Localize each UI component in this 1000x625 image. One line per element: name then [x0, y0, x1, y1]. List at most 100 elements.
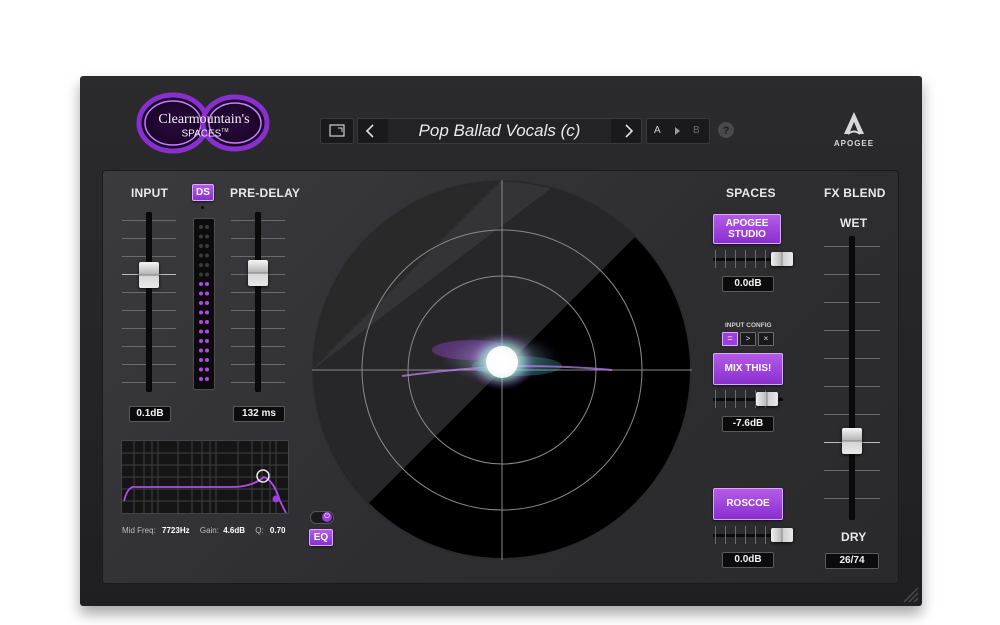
space-2-level-slider[interactable]: [713, 390, 783, 408]
eq-mid-node[interactable]: [256, 469, 270, 483]
apogee-logo: APOGEE: [832, 108, 876, 152]
meter-led: [205, 377, 209, 381]
fx-blend-fader[interactable]: [824, 236, 880, 520]
eq-graph[interactable]: [121, 440, 289, 514]
ab-copy-arrow-icon[interactable]: [673, 125, 683, 137]
eq-hi-node[interactable]: [272, 495, 280, 503]
input-value[interactable]: 0.1dB: [129, 406, 171, 422]
preset-name[interactable]: Pop Ballad Vocals (c): [388, 119, 611, 143]
space-3-slider-cap[interactable]: [771, 528, 793, 542]
preset-prev-button[interactable]: [358, 119, 384, 143]
preset-next-button[interactable]: [615, 119, 641, 143]
fx-blend-value[interactable]: 26/74: [825, 553, 879, 569]
resize-grip[interactable]: [898, 582, 920, 604]
preset-bar: Pop Ballad Vocals (c): [357, 118, 642, 144]
space-1-level-slider[interactable]: [713, 250, 793, 268]
space-roscoe-button[interactable]: ROSCOE: [713, 488, 783, 520]
mid-freq-value[interactable]: 7723Hz: [162, 526, 190, 535]
meter-led: [205, 282, 209, 286]
meter-led: [205, 263, 209, 267]
meter-led: [199, 301, 203, 305]
help-button[interactable]: ?: [718, 122, 734, 138]
space-1-value[interactable]: 0.0dB: [722, 276, 774, 292]
input-config-stereo-button[interactable]: =: [722, 332, 738, 346]
clearmountain-logo: Clearmountain's SPACESTM: [135, 92, 270, 154]
input-fader[interactable]: [122, 212, 176, 396]
space-3-level-slider[interactable]: [713, 526, 793, 544]
space-1-slider-cap[interactable]: [771, 252, 793, 266]
chevron-left-icon: [365, 124, 374, 138]
input-config-buttons: = > ×: [722, 332, 782, 346]
ab-a-button[interactable]: A: [654, 125, 661, 136]
ab-compare: A B: [646, 118, 710, 144]
space-radar-display: [312, 180, 692, 560]
meter-led: [199, 310, 203, 315]
space-mix-this-button[interactable]: MIX THIS!: [713, 353, 783, 385]
eq-curve-display: [122, 441, 288, 513]
predelay-fader-cap[interactable]: [248, 260, 268, 286]
plugin-window: Clearmountain's SPACESTM Pop Ballad Voca…: [80, 76, 922, 606]
logo-subtitle: SPACESTM: [165, 128, 245, 139]
meter-led: [205, 234, 209, 239]
meter-led: [205, 301, 209, 305]
meter-leds: [199, 225, 209, 381]
meter-led: [199, 253, 203, 258]
input-level-meter: [193, 218, 215, 390]
main-panel: INPUT 0.1dB DS PRE-DELAY 132 ms Mid Freq…: [102, 170, 899, 584]
meter-led: [199, 348, 203, 353]
mid-freq-label: Mid Freq:: [122, 526, 156, 535]
help-icon: ?: [722, 125, 730, 137]
apogee-wordmark: APOGEE: [833, 139, 875, 148]
meter-led: [199, 272, 203, 277]
resize-grip-icon: [903, 587, 919, 603]
space-2-slider-cap[interactable]: [756, 392, 778, 406]
q-label: Q:: [255, 526, 264, 535]
meter-led: [205, 253, 209, 258]
meter-led: [199, 225, 203, 229]
fx-blend-fader-cap[interactable]: [842, 428, 862, 454]
q-value[interactable]: 0.70: [270, 526, 286, 535]
meter-led: [205, 272, 209, 277]
meter-led: [199, 329, 203, 334]
apogee-a-icon: [844, 112, 864, 135]
input-fader-cap[interactable]: [139, 262, 159, 288]
eq-readout: Mid Freq: 7723Hz Gain: 4.6dB Q: 0.70: [122, 526, 286, 535]
logo-tm: TM: [221, 128, 229, 134]
meter-led: [199, 320, 203, 324]
window-mode-button[interactable]: [320, 118, 354, 144]
space-3-value[interactable]: 0.0dB: [722, 552, 774, 568]
input-config-merge-button[interactable]: >: [740, 332, 756, 346]
spaces-label: SPACES: [726, 186, 776, 200]
meter-led: [199, 244, 203, 248]
gain-label: Gain:: [199, 526, 219, 535]
space-2-value[interactable]: -7.6dB: [722, 416, 774, 432]
ds-indicator-dot: [201, 206, 204, 209]
meter-led: [205, 291, 209, 296]
meter-led: [199, 291, 203, 296]
meter-led: [199, 339, 203, 343]
input-config-swap-button[interactable]: ×: [758, 332, 774, 346]
predelay-fader[interactable]: [231, 212, 285, 396]
ab-b-button[interactable]: B: [693, 125, 700, 136]
meter-led: [205, 358, 209, 362]
predelay-value[interactable]: 132 ms: [233, 406, 285, 422]
meter-led: [199, 358, 203, 362]
meter-led: [199, 234, 203, 239]
logo-subtitle-text: SPACES: [181, 128, 222, 140]
meter-led: [205, 320, 209, 324]
wet-label: WET: [840, 216, 868, 230]
gain-value[interactable]: 4.6dB: [223, 526, 245, 535]
dry-label: DRY: [841, 530, 867, 544]
fx-blend-label: FX BLEND: [824, 186, 886, 200]
ds-button[interactable]: DS: [192, 184, 214, 201]
meter-led: [199, 377, 203, 381]
meter-led: [205, 348, 209, 353]
meter-led: [199, 263, 203, 267]
predelay-label: PRE-DELAY: [230, 186, 301, 200]
space-apogee-studio-button[interactable]: APOGEE STUDIO: [713, 214, 781, 244]
meter-led: [199, 282, 203, 286]
input-config-label: INPUT CONFIG: [725, 322, 772, 329]
meter-led: [199, 367, 203, 372]
space-visualizer[interactable]: [312, 180, 692, 560]
meter-led: [205, 339, 209, 343]
